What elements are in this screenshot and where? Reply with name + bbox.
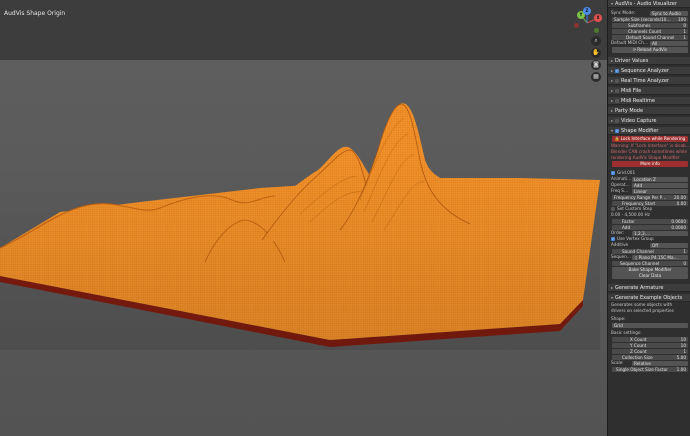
real-time-analyzer-checkbox[interactable] <box>615 78 619 83</box>
examples-desc-line-2: drivers on selected properties <box>611 308 674 313</box>
section-sequence-analyzer[interactable]: ▸ ✓ Sequence Analyzer <box>608 67 690 75</box>
object-name: Grid.001 <box>617 170 636 175</box>
midi-file-checkbox[interactable] <box>615 88 619 93</box>
use-vertex-group-label: Use Vertex Group <box>617 236 654 241</box>
animate-select[interactable]: Location Z <box>632 176 688 182</box>
more-info-button[interactable]: More info <box>612 161 688 167</box>
z-count-field[interactable]: Z Count 1 <box>612 348 688 354</box>
section-shape-modifier[interactable]: ▾ ✓ Shape Modifier <box>608 127 690 135</box>
gizmo-z-axis[interactable]: Z <box>583 7 591 15</box>
3d-viewport[interactable]: AudVis Shape Origin X Y Z ⌕ ✋ ◙ ▦ <box>0 0 607 436</box>
sample-size-field[interactable]: Sample Size (seconds/10… 100 <box>612 16 688 22</box>
x-count-field[interactable]: X Count 10 <box>612 336 688 342</box>
sequence-analyzer-checkbox[interactable]: ✓ <box>615 68 619 73</box>
camera-icon[interactable]: ◙ <box>591 60 601 70</box>
section-midi-realtime[interactable]: ▸ Midi Realtime <box>608 97 690 105</box>
sequence-select[interactable]: ♫Piano P4.15C Ma… <box>632 254 688 260</box>
lock-interface-button[interactable]: 🔒Lock Interface while Rendering <box>612 136 688 142</box>
scale-select[interactable]: Relative <box>632 360 688 366</box>
single-object-size-field[interactable]: Single Object Size Factor 1.00 <box>612 366 688 372</box>
shape-select[interactable]: Grid <box>612 322 688 328</box>
order-select[interactable]: 1,2,3,… <box>632 230 688 236</box>
section-party-mode[interactable]: ▸ Party Mode <box>608 107 690 115</box>
collection-size-field[interactable]: Collection Size 5.00 <box>612 354 688 360</box>
shape-modifier-checkbox[interactable]: ✓ <box>615 128 619 133</box>
viewport-title: AudVis Shape Origin <box>4 10 66 17</box>
operation-select[interactable]: Add <box>632 182 688 188</box>
section-driver-values[interactable]: ▸ Driver Values <box>608 57 690 65</box>
channels-count-field[interactable]: Channels Count 1 <box>612 28 688 34</box>
custom-step-label: Set Custom Step <box>617 206 653 211</box>
section-real-time-analyzer[interactable]: ▸ Real Time Analyzer <box>608 77 690 85</box>
section-midi-file[interactable]: ▸ Midi File <box>608 87 690 95</box>
freq-start-field[interactable]: Frequency Start 0.00 <box>612 200 688 206</box>
y-count-field[interactable]: Y Count 10 <box>612 342 688 348</box>
sequence-channel-field[interactable]: Sequence Channel 0 <box>612 260 688 266</box>
grid-view-icon[interactable]: ▦ <box>591 72 601 82</box>
custom-step-checkbox[interactable] <box>611 207 615 211</box>
default-sound-channel-field[interactable]: Default Sound Channel 1 <box>612 34 688 40</box>
video-capture-checkbox[interactable] <box>615 118 619 123</box>
freq-range-field[interactable]: Frequency Range Per P… 20.00 <box>612 194 688 200</box>
default-midi-select[interactable]: All <box>650 40 688 46</box>
subframes-field[interactable]: Subframes 0 <box>612 22 688 28</box>
section-generate-example-objects[interactable]: ▾ Generate Example Objects <box>608 294 690 302</box>
reload-icon: ⟳ <box>632 47 637 52</box>
sound-channel-field[interactable]: Sound Channel 1 <box>612 248 688 254</box>
midi-realtime-checkbox[interactable] <box>615 98 619 103</box>
section-generate-armature[interactable]: ▸ Generate Armature <box>608 284 690 292</box>
reload-audvis-button[interactable]: ⟳Reload AudVis <box>612 47 688 53</box>
gizmo-neg-y-axis[interactable] <box>594 28 599 33</box>
gizmo-neg-x-axis[interactable] <box>574 23 579 28</box>
additive-select[interactable]: Off <box>650 242 688 248</box>
gizmo-x-axis[interactable]: X <box>594 14 602 22</box>
sync-mode-select[interactable]: Sync to Audio <box>650 10 688 16</box>
audvis-sidebar[interactable]: ▾ AudVis - Audio Visualizer Sync Mode: Sy… <box>607 0 690 436</box>
freq-step-select[interactable]: Linear <box>632 188 688 194</box>
factor-field[interactable]: Factor 0.0600 <box>612 218 688 224</box>
lock-icon: 🔒 <box>614 136 620 141</box>
orientation-gizmo[interactable]: X Y Z <box>572 7 602 38</box>
section-video-capture[interactable]: ▸ Video Capture <box>608 117 690 125</box>
terrain-mesh[interactable] <box>0 0 607 436</box>
music-note-icon: ♫ <box>634 254 638 260</box>
add-field[interactable]: Add 0.0000 <box>612 224 688 230</box>
pan-hand-icon[interactable]: ✋ <box>591 48 601 58</box>
use-vertex-group-checkbox[interactable]: ✓ <box>611 237 615 241</box>
grid-object-checkbox[interactable]: ✓ <box>611 171 615 175</box>
clear-data-button[interactable]: Clear Data <box>612 273 688 279</box>
zoom-icon[interactable]: ⌕ <box>591 36 601 46</box>
panel-header-audvis[interactable]: ▾ AudVis - Audio Visualizer <box>608 0 690 8</box>
